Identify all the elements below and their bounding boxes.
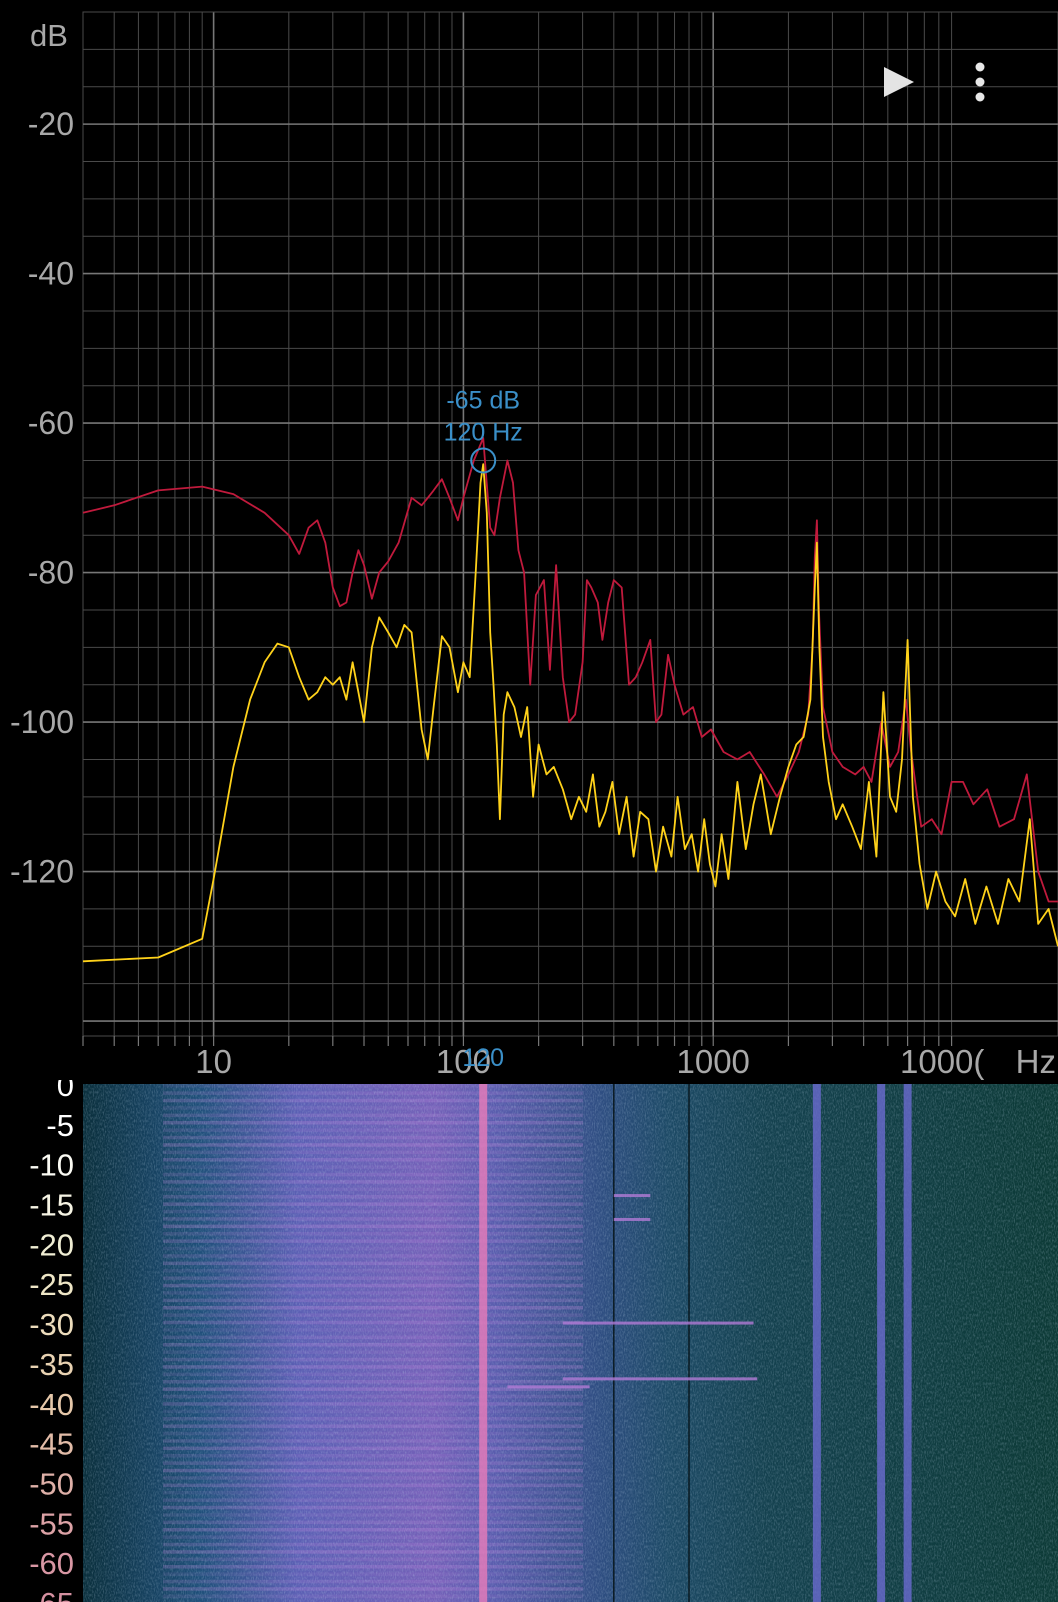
y-tick-label: -20	[28, 106, 74, 142]
cursor-db-label: -65 dB	[446, 386, 520, 414]
peak-cursor: -65 dB 120 Hz	[444, 386, 523, 474]
time-tick-label: -20	[29, 1227, 74, 1262]
y-axis-unit: dB	[30, 18, 68, 53]
play-icon	[884, 67, 914, 97]
spectrogram-line	[812, 1084, 821, 1602]
play-button[interactable]	[868, 60, 928, 120]
more-vertical-icon	[975, 62, 985, 102]
y-tick-label: -100	[10, 704, 74, 740]
cursor-axis-marker: 120	[462, 1044, 504, 1072]
spectrum-grid	[82, 11, 1058, 1046]
spectrogram-image	[83, 1084, 1058, 1602]
time-tick-label: -30	[29, 1307, 74, 1342]
x-tick-label: 10	[195, 1043, 232, 1080]
time-tick-label: -35	[29, 1347, 74, 1382]
y-tick-label: -40	[28, 256, 74, 292]
spectrogram-event	[613, 1217, 651, 1221]
plot-frame	[82, 11, 1058, 1037]
spectrogram-event	[562, 1377, 758, 1381]
cursor-freq-label: 120 Hz	[444, 418, 523, 446]
live-spectrum-line	[82, 463, 1058, 963]
axis-labels: dB-20-40-60-80-100-12010 100 1000 1000(Hz12…	[10, 18, 1056, 1080]
y-tick-label: -120	[10, 854, 74, 890]
time-tick-label: -45	[29, 1427, 74, 1462]
time-tick-label: -10	[29, 1148, 74, 1183]
overflow-menu-button[interactable]	[970, 60, 1030, 120]
spectrogram-chart[interactable]: 0 -5 -10 -15 -20 -25 -30 -35 -40 -45 -50 -55 -60 -65	[0, 1080, 1058, 1602]
spectrogram-line	[877, 1084, 886, 1602]
spectrogram-noise	[83, 1084, 1058, 1602]
time-tick-label: -40	[29, 1387, 74, 1422]
spectrogram-event	[562, 1321, 754, 1325]
time-axis-labels: 0 -5 -10 -15 -20 -25 -30 -35 -40 -45 -50 -55 -60 -65	[29, 1080, 74, 1602]
time-tick-label: -5	[46, 1108, 74, 1143]
time-tick-label: -50	[29, 1466, 74, 1501]
y-tick-label: -80	[28, 555, 74, 591]
x-tick-label: 1000	[677, 1043, 750, 1080]
spectrogram-line	[903, 1084, 912, 1602]
time-tick-label: -55	[29, 1506, 74, 1541]
spectrogram-line	[479, 1084, 488, 1602]
time-tick-label: -65	[29, 1586, 74, 1602]
spectrogram-event	[613, 1194, 651, 1198]
time-tick-label: -25	[29, 1267, 74, 1302]
time-tick-label: -15	[29, 1188, 74, 1223]
peak-hold-line	[82, 437, 1058, 903]
spectrum-chart[interactable]: -65 dB 120 Hz dB -20 -40 -60 -80 -100 -120 10 100…	[0, 0, 1058, 1080]
x-axis-unit: Hz	[1016, 1043, 1056, 1080]
time-tick-label: 0	[57, 1080, 74, 1103]
x-tick-label: 1000(	[900, 1043, 984, 1080]
y-tick-label: -60	[28, 405, 74, 441]
spectrogram-event	[507, 1385, 590, 1389]
spectrum-series	[82, 437, 1058, 963]
time-tick-label: -60	[29, 1546, 74, 1581]
